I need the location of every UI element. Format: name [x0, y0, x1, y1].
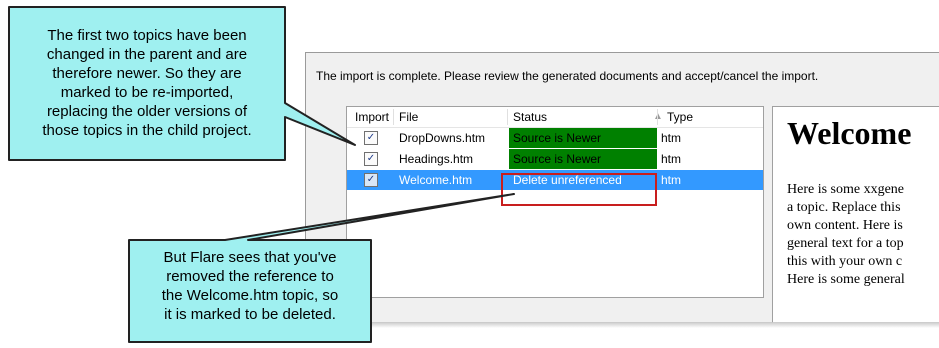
- column-header-import[interactable]: Import: [355, 107, 389, 127]
- callout-line: removed the reference to: [166, 268, 334, 285]
- file-type: htm: [661, 152, 682, 166]
- callout-line: The first two topics have been: [47, 27, 247, 44]
- preview-body-text: Here is some xxgene a topic. Replace thi…: [787, 181, 905, 289]
- column-header-status[interactable]: Status: [513, 107, 547, 127]
- callout-line: the Welcome.htm topic, so: [161, 287, 339, 304]
- list-header: Import File Status ▲ Type: [347, 107, 763, 128]
- file-name: DropDowns.htm: [399, 131, 486, 145]
- callout-line: it is marked to be deleted.: [164, 306, 336, 323]
- file-type: htm: [661, 131, 682, 145]
- preview-line: Here is some xxgene: [787, 182, 905, 197]
- dialog-shadow: [310, 322, 939, 328]
- import-complete-message: The import is complete. Please review th…: [316, 69, 819, 83]
- callout-text-bottom: But Flare sees that you've removed the r…: [129, 248, 371, 324]
- preview-heading: Welcome: [787, 115, 912, 151]
- preview-line: this with your own c: [787, 254, 903, 269]
- column-divider[interactable]: [657, 109, 658, 125]
- import-checkbox[interactable]: ✓: [364, 131, 378, 145]
- callout-line: replacing the older versions of: [46, 103, 248, 120]
- file-name: Headings.htm: [399, 152, 474, 166]
- column-divider[interactable]: [507, 109, 508, 125]
- status-cell: Source is Newer: [509, 149, 657, 169]
- file-type: htm: [661, 173, 682, 187]
- topic-preview-pane[interactable]: Welcome Here is some xxgene a topic. Rep…: [772, 106, 939, 323]
- callout-line: changed in the parent and are: [46, 46, 248, 63]
- preview-line: a topic. Replace this: [787, 200, 901, 215]
- column-divider[interactable]: [393, 109, 394, 125]
- preview-line: general text for a top: [787, 236, 904, 251]
- import-checkbox[interactable]: ✓: [364, 152, 378, 166]
- callout-line: those topics in the child project.: [42, 122, 252, 139]
- status-cell: Source is Newer: [509, 128, 657, 148]
- callout-line: therefore newer. So they are: [52, 65, 242, 82]
- column-header-file[interactable]: File: [399, 107, 418, 127]
- callout-line: marked to be re-imported,: [60, 84, 234, 101]
- highlight-box: [501, 173, 657, 206]
- preview-line: Here is some general: [787, 272, 905, 287]
- table-row[interactable]: ✓ DropDowns.htm Source is Newer htm: [347, 128, 763, 148]
- column-header-type[interactable]: Type: [667, 107, 693, 127]
- callout-text-top: The first two topics have been changed i…: [9, 26, 285, 140]
- table-row[interactable]: ✓ Headings.htm Source is Newer htm: [347, 149, 763, 169]
- file-name: Welcome.htm: [399, 173, 473, 187]
- callout-line: But Flare sees that you've: [163, 249, 337, 266]
- import-checkbox[interactable]: ✓: [364, 173, 378, 187]
- preview-line: own content. Here is: [787, 218, 903, 233]
